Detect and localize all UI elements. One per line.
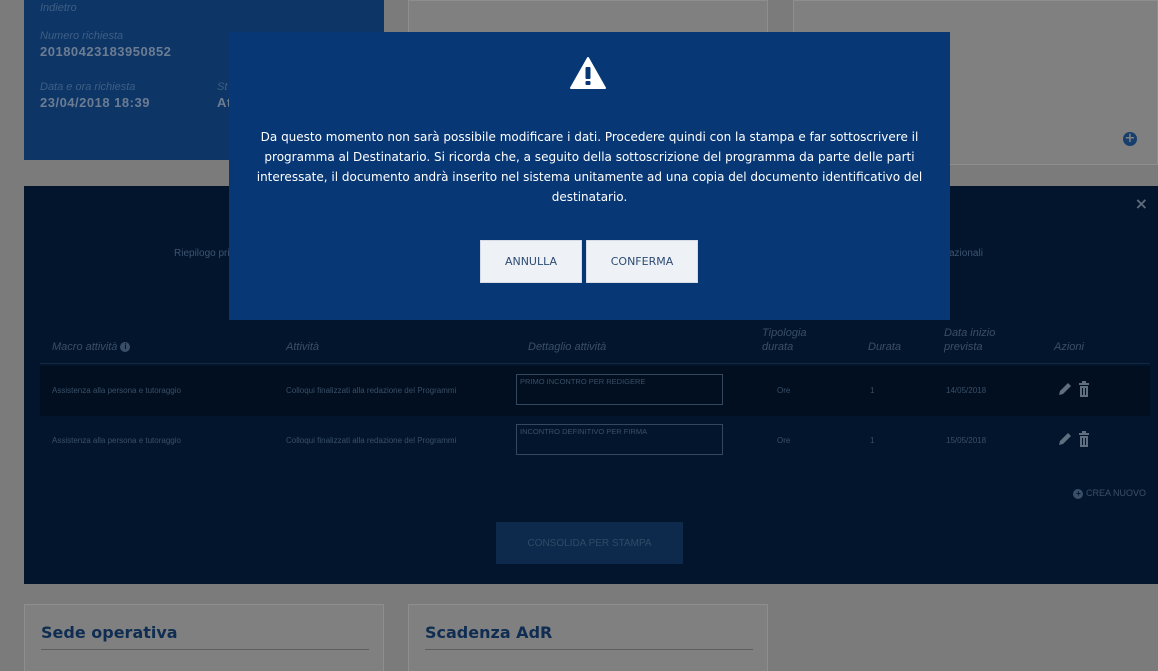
trash-icon[interactable] xyxy=(1076,430,1092,448)
cell-duration: 1 xyxy=(870,386,875,395)
cell-start-date: 15/05/2018 xyxy=(946,436,987,445)
cell-macro: Assistenza alla persona e tutoraggio xyxy=(52,436,181,445)
trash-icon[interactable] xyxy=(1076,380,1092,398)
column-header: Durata xyxy=(868,341,902,353)
cell-start-date: 14/05/2018 xyxy=(946,386,987,395)
cancel-button[interactable]: ANNULLA xyxy=(480,240,582,283)
column-header-label: Macro attività xyxy=(52,341,118,353)
detail-input[interactable]: INCONTRO DEFINITIVO PER FIRMA xyxy=(516,424,723,455)
modal-message: Da questo momento non sarà possibile mod… xyxy=(256,130,923,204)
cell-duration: 1 xyxy=(870,436,875,445)
divider xyxy=(425,649,753,650)
column-header: Attività xyxy=(286,341,320,353)
create-new-label: CREA NUOVO xyxy=(1085,488,1146,498)
operational-site-title: Sede operativa xyxy=(41,623,178,642)
column-header: Macro attività i xyxy=(52,340,131,354)
edit-pencil-icon[interactable] xyxy=(1056,430,1072,448)
close-icon[interactable]: × xyxy=(1135,194,1148,213)
detail-input[interactable]: PRIMO INCONTRO PER REDIGERE xyxy=(516,374,723,405)
info-icon[interactable]: i xyxy=(120,342,131,353)
top-label: Indietro xyxy=(40,2,77,14)
plus-circle-icon: + xyxy=(1073,488,1084,499)
create-new-link[interactable]: + CREA NUOVO xyxy=(1073,488,1146,499)
column-header: Dettaglio attività xyxy=(528,341,607,353)
operational-site-card: Sede operativa xyxy=(24,604,384,671)
request-number-label: Numero richiesta xyxy=(40,30,124,42)
request-datetime: 23/04/2018 18:39 xyxy=(40,95,150,110)
adr-deadline-title: Scadenza AdR xyxy=(425,623,553,642)
request-number: 20180423183950852 xyxy=(40,44,172,59)
summary-text-right: azionali xyxy=(949,248,983,259)
divider xyxy=(41,649,369,650)
table-header: Macro attività i Attività Dettaglio atti… xyxy=(40,327,1150,364)
add-circle-icon[interactable]: + xyxy=(1123,132,1137,146)
table-row: Assistenza alla persona e tutoraggio Col… xyxy=(40,416,1150,466)
warning-triangle-icon xyxy=(570,57,606,89)
edit-pencil-icon[interactable] xyxy=(1056,380,1072,398)
column-header: Tipologia durata xyxy=(762,327,807,353)
adr-deadline-card: Scadenza AdR xyxy=(408,604,768,671)
cell-activity: Colloqui finalizzati alla redazione del … xyxy=(286,436,457,445)
cell-type: Ore xyxy=(777,386,791,395)
cell-activity: Colloqui finalizzati alla redazione del … xyxy=(286,386,457,395)
column-header: Azioni xyxy=(1054,341,1084,353)
cell-macro: Assistenza alla persona e tutoraggio xyxy=(52,386,181,395)
column-header: Data inizio prevista xyxy=(944,327,996,353)
status-label: St xyxy=(217,81,228,93)
consolidate-print-button[interactable]: CONSOLIDA PER STAMPA xyxy=(496,522,683,564)
cell-type: Ore xyxy=(777,436,791,445)
datetime-label: Data e ora richiesta xyxy=(40,81,136,93)
table-row: Assistenza alla persona e tutoraggio Col… xyxy=(40,366,1150,416)
confirm-modal: Da questo momento non sarà possibile mod… xyxy=(229,32,950,320)
confirm-button[interactable]: CONFERMA xyxy=(586,240,698,283)
summary-text-left: Riepilogo pri xyxy=(174,248,230,259)
